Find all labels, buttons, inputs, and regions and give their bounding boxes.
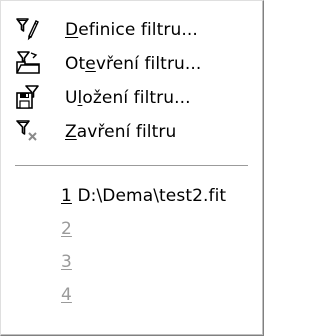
menu-item-label: Otevření filtru... — [65, 54, 202, 74]
filter-menu: Definice filtru... Otevření filtru... Ul… — [0, 0, 264, 336]
menu-item-label: Definice filtru... — [65, 20, 198, 40]
recent-file-label: 1 D:\Dema\test2.fit — [61, 186, 227, 206]
menu-item-label: Zavření filtru — [65, 122, 177, 142]
recent-file-label: 3 — [61, 252, 72, 272]
menu-item-open-filter[interactable]: Otevření filtru... — [1, 47, 263, 81]
menu-item-close-filter[interactable]: Zavření filtru — [1, 115, 263, 149]
recent-file-label: 2 — [61, 219, 72, 239]
recent-file-1[interactable]: 1 D:\Dema\test2.fit — [1, 179, 263, 213]
recent-file-4[interactable]: 4 — [1, 278, 263, 312]
filter-open-icon — [15, 50, 41, 76]
menu-item-define-filter[interactable]: Definice filtru... — [1, 13, 263, 47]
filter-save-icon — [15, 84, 41, 110]
menu-item-save-filter[interactable]: Uložení filtru... — [1, 81, 263, 115]
recent-file-2[interactable]: 2 — [1, 212, 263, 246]
recent-file-label: 4 — [61, 285, 72, 305]
menu-separator — [15, 165, 248, 167]
filter-define-icon — [15, 16, 41, 42]
filter-close-icon — [15, 118, 41, 144]
recent-file-3[interactable]: 3 — [1, 245, 263, 279]
menu-item-label: Uložení filtru... — [65, 88, 191, 108]
